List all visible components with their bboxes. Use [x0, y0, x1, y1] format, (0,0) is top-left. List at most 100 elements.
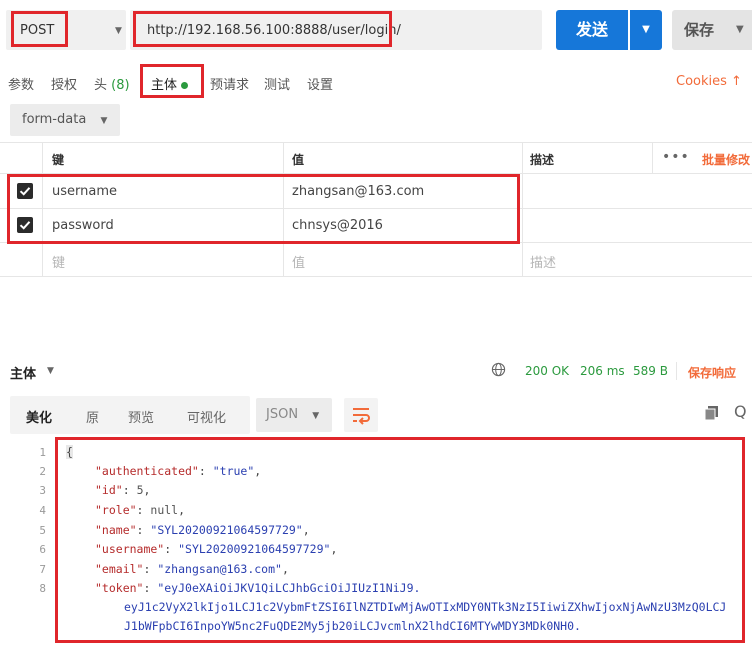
tab-body[interactable]: 主体 [151, 74, 189, 93]
globe-icon[interactable] [491, 362, 506, 377]
response-size[interactable]: 589 B [633, 364, 668, 378]
code-line: J1bWFpbCI6InpoYW5nc2FuQDE2My5jb20iLCJvcm… [124, 619, 581, 633]
json-key: "id" [95, 483, 123, 497]
tab-pretty[interactable]: 美化 [26, 407, 52, 426]
json-value: 5 [136, 483, 144, 497]
status-code[interactable]: 200 OK [525, 364, 569, 378]
format-label: JSON [266, 407, 299, 422]
save-options-chevron-icon[interactable]: ▼ [736, 10, 744, 50]
table-border [0, 208, 752, 209]
bulk-edit-link[interactable]: 批量修改 [702, 151, 750, 168]
json-key: "name" [95, 523, 137, 537]
tab-prerequest[interactable]: 预请求 [210, 74, 249, 93]
table-divider [283, 142, 284, 276]
param-key-username[interactable]: username [52, 184, 117, 199]
tab-settings[interactable]: 设置 [307, 74, 333, 93]
tab-preview[interactable]: 预览 [128, 407, 154, 426]
new-description-input[interactable]: 描述 [530, 252, 556, 271]
method-label: POST [20, 23, 55, 38]
json-key: "token" [95, 581, 144, 595]
row-checkbox-username[interactable] [17, 183, 33, 199]
open-brace: { [66, 445, 73, 459]
row-checkbox-password[interactable] [17, 217, 33, 233]
body-indicator-dot [181, 82, 189, 89]
response-body-title[interactable]: 主体 [10, 363, 36, 382]
table-divider [42, 142, 43, 276]
line-number: 2 [39, 465, 46, 478]
column-header-value: 值 [292, 153, 305, 167]
json-value: "SYL20200921064597729" [178, 542, 331, 556]
chevron-down-icon: ▼ [100, 116, 108, 126]
cookies-link[interactable]: Cookies ↑ [676, 74, 742, 89]
save-response-button[interactable]: 保存响应 [688, 364, 736, 381]
line-number: 1 [39, 446, 46, 459]
json-value: "zhangsan@163.com" [157, 562, 282, 576]
headers-count-badge: (8) [111, 78, 130, 93]
json-key: "username" [95, 542, 165, 556]
param-key-password[interactable]: password [52, 218, 114, 233]
chevron-down-icon[interactable]: ▼ [47, 366, 54, 376]
line-number: 4 [39, 504, 46, 517]
code-line: "authenticated": "true", [95, 464, 262, 478]
code-line: "name": "SYL20200921064597729", [95, 523, 310, 537]
table-divider [522, 142, 523, 276]
code-line: "token": "eyJ0eXAiOiJKV1QiLCJhbGciOiJIUz… [95, 581, 421, 595]
column-header-key: 键 [52, 153, 65, 167]
line-number: 5 [39, 524, 46, 537]
line-number: 6 [39, 543, 46, 556]
line-number: 7 [39, 563, 46, 576]
tab-tests[interactable]: 测试 [264, 74, 290, 93]
json-value: null [150, 503, 179, 517]
json-value: eyJ1c2VyX2lkIjo1LCJ1c2VybmFtZSI6IlNZTDIw… [124, 600, 727, 614]
table-border [0, 242, 752, 243]
table-border [0, 142, 752, 143]
line-number: 8 [39, 582, 46, 595]
tab-headers-label: 头 [94, 78, 108, 93]
format-select[interactable]: JSON ▼ [256, 398, 332, 432]
tab-headers[interactable]: 头 (8) [94, 74, 130, 93]
json-value: "true" [212, 464, 255, 478]
code-line: eyJ1c2VyX2lkIjo1LCJ1c2VybmFtZSI6IlNZTDIw… [124, 600, 752, 614]
column-header-description: 描述 [530, 153, 555, 167]
line-number: 3 [39, 484, 46, 497]
divider [676, 362, 677, 380]
send-button[interactable]: 发送 [556, 10, 628, 50]
code-line: { [66, 445, 73, 459]
code-line-clip: eyJ1c2VyX2lkIjo1LCJ1c2VybmFtZSI6IlNZTDIw… [124, 600, 752, 614]
json-key: "email" [95, 562, 144, 576]
new-key-input[interactable]: 键 [52, 252, 65, 271]
tab-visualize[interactable]: 可视化 [187, 407, 226, 426]
tab-auth[interactable]: 授权 [51, 74, 77, 93]
body-mode-select[interactable]: form-data ▼ [10, 104, 120, 136]
json-key: "authenticated" [95, 464, 199, 478]
code-line: "role": null, [95, 503, 186, 517]
tab-body-label: 主体 [151, 78, 178, 93]
body-mode-label: form-data [22, 112, 87, 127]
code-line: "id": 5, [95, 483, 151, 497]
search-icon[interactable]: Q [734, 402, 747, 421]
checkmark-icon [19, 221, 31, 230]
json-value: "eyJ0eXAiOiJKV1QiLCJhbGciOiJIUzI1NiJ9. [157, 581, 421, 595]
wrap-lines-icon [353, 408, 370, 425]
code-line: "email": "zhangsan@163.com", [95, 562, 289, 576]
tab-raw[interactable]: 原 [86, 407, 99, 426]
url-text: http://192.168.56.100:8888/user/login/ [147, 23, 401, 38]
table-border [0, 173, 752, 174]
wrap-lines-button[interactable] [344, 398, 378, 432]
code-line: "username": "SYL20200921064597729", [95, 542, 338, 556]
new-value-input[interactable]: 值 [292, 252, 305, 271]
tab-params[interactable]: 参数 [8, 74, 34, 93]
response-time[interactable]: 206 ms [580, 364, 625, 378]
checkmark-icon [19, 187, 31, 196]
chevron-down-icon[interactable]: ▼ [115, 26, 122, 36]
send-options-chevron-icon[interactable]: ▼ [630, 10, 662, 50]
json-value: J1bWFpbCI6InpoYW5nc2FuQDE2My5jb20iLCJvcm… [124, 619, 581, 633]
param-value-username[interactable]: zhangsan@163.com [292, 184, 424, 199]
json-key: "role" [95, 503, 137, 517]
copy-icon[interactable] [704, 405, 720, 421]
table-divider [652, 142, 653, 174]
param-value-password[interactable]: chnsys@2016 [292, 218, 383, 233]
chevron-down-icon: ▼ [312, 411, 320, 421]
more-options-icon[interactable]: ••• [662, 149, 690, 165]
json-value: "SYL20200921064597729" [150, 523, 303, 537]
